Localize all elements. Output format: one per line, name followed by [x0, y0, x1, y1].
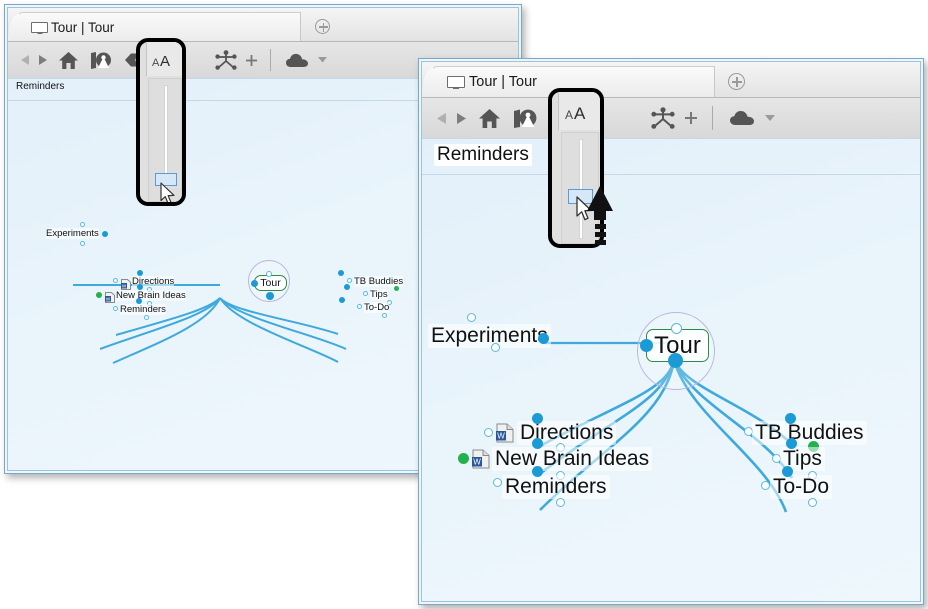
node-dot[interactable]	[532, 413, 543, 424]
home-icon[interactable]	[54, 48, 82, 72]
center-left-dot[interactable]	[251, 280, 258, 287]
forward-icon[interactable]	[36, 50, 50, 70]
cloud-caret-icon[interactable]	[315, 48, 329, 72]
front-node-to-do[interactable]: To-Do	[770, 475, 833, 499]
toolbar-divider	[712, 106, 713, 130]
node-handle[interactable]	[347, 278, 352, 283]
node-handle[interactable]	[80, 241, 85, 246]
center-bottom-dot[interactable]	[266, 292, 274, 300]
back-node-reminders[interactable]: Reminders	[120, 304, 166, 315]
node-handle[interactable]	[484, 428, 493, 437]
node-handle[interactable]	[113, 278, 118, 283]
node-dot[interactable]	[137, 284, 143, 290]
reminders-row-label: Reminders	[16, 81, 65, 92]
node-dot[interactable]	[532, 466, 543, 477]
front-window[interactable]: Tour | Tour Reminders Tour Experiments W…	[418, 58, 924, 605]
node-dot[interactable]	[102, 231, 108, 237]
cloud-caret-icon[interactable]	[762, 105, 777, 131]
svg-text:A: A	[160, 53, 170, 67]
node-handle[interactable]	[357, 304, 362, 309]
green-status-dot	[96, 292, 102, 298]
node-dot[interactable]	[339, 297, 345, 303]
tab-label: Tour | Tour	[51, 19, 115, 35]
word-doc-icon: W	[496, 423, 514, 448]
tab-tour[interactable]: Tour | Tour	[16, 12, 301, 41]
node-handle[interactable]	[363, 291, 368, 296]
front-node-new-brain-ideas[interactable]: New Brain Ideas	[492, 447, 653, 471]
node-dot[interactable]	[338, 270, 344, 276]
text-size-button[interactable]: A A	[146, 42, 182, 76]
node-handle[interactable]	[382, 313, 387, 318]
svg-text:A: A	[565, 108, 573, 120]
node-handle[interactable]	[80, 222, 85, 227]
node-handle[interactable]	[761, 481, 770, 490]
center-top-handle[interactable]	[671, 323, 682, 334]
green-status-dot	[394, 286, 399, 291]
forward-icon[interactable]	[454, 107, 469, 129]
svg-text:W: W	[122, 283, 127, 288]
back-node-tips[interactable]: Tips	[370, 289, 388, 300]
svg-text:A: A	[574, 104, 586, 120]
back-window-tabbar: Tour | Tour	[8, 8, 518, 42]
node-dot[interactable]	[344, 284, 350, 290]
text-size-button[interactable]: A A	[558, 92, 600, 130]
back-node-to-do[interactable]: To-Do	[364, 302, 390, 313]
back-center-node[interactable]: Tour	[254, 275, 287, 291]
svg-text:W: W	[473, 458, 481, 467]
node-dot[interactable]	[532, 438, 543, 449]
node-handle[interactable]	[556, 498, 565, 507]
back-node-new-brain-ideas[interactable]: New Brain Ideas	[116, 290, 186, 301]
node-handle[interactable]	[113, 306, 118, 311]
tab-label: Tour | Tour	[469, 74, 537, 90]
map-icon[interactable]	[509, 105, 541, 131]
center-left-dot[interactable]	[640, 339, 653, 352]
reminders-strip: Reminders	[422, 138, 920, 178]
cloud-icon[interactable]	[727, 105, 757, 131]
back-icon[interactable]	[434, 107, 449, 129]
toolbar-divider	[270, 49, 271, 71]
home-icon[interactable]	[474, 105, 504, 131]
front-window-canvas: Reminders Tour Experiments W Directions …	[422, 138, 920, 601]
add-icon[interactable]	[244, 48, 258, 72]
node-handle[interactable]	[467, 313, 476, 322]
back-text-size-slider-callout[interactable]: A A	[136, 38, 186, 206]
node-handle[interactable]	[144, 315, 149, 320]
node-dot[interactable]	[786, 438, 797, 449]
node-dot[interactable]	[136, 298, 142, 304]
node-handle[interactable]	[808, 498, 817, 507]
svg-text:W: W	[106, 296, 111, 301]
front-window-inner: Tour | Tour Reminders Tour Experiments W…	[421, 61, 921, 602]
network-icon[interactable]	[212, 48, 240, 72]
reminders-row-label: Reminders	[434, 144, 532, 166]
node-dot[interactable]	[538, 333, 549, 344]
new-tab-button[interactable]	[315, 19, 330, 34]
monitor-icon	[447, 76, 465, 89]
monitor-icon	[31, 21, 48, 34]
cloud-icon[interactable]	[283, 48, 311, 72]
green-status-dot	[458, 453, 469, 464]
node-handle[interactable]	[493, 478, 502, 487]
node-dot[interactable]	[782, 466, 793, 477]
add-icon[interactable]	[683, 105, 698, 131]
front-window-tabbar: Tour | Tour	[422, 62, 920, 98]
front-node-reminders[interactable]: Reminders	[502, 475, 610, 499]
map-icon[interactable]	[86, 48, 116, 72]
front-window-toolbar	[422, 98, 920, 139]
front-node-experiments[interactable]: Experiments	[428, 324, 551, 348]
svg-text:W: W	[497, 432, 505, 441]
node-dot[interactable]	[137, 270, 143, 276]
center-top-handle[interactable]	[266, 271, 272, 277]
back-node-experiments[interactable]: Experiments	[46, 228, 99, 239]
svg-text:A: A	[152, 57, 160, 67]
network-icon[interactable]	[648, 105, 678, 131]
drag-up-arrow-icon	[586, 186, 616, 253]
back-icon[interactable]	[18, 50, 32, 70]
word-doc-icon: W	[472, 449, 490, 474]
node-dot[interactable]	[785, 413, 796, 424]
new-tab-button[interactable]	[728, 73, 745, 90]
mouse-cursor	[160, 182, 177, 202]
center-bottom-dot[interactable]	[668, 353, 683, 368]
node-handle[interactable]	[491, 343, 500, 352]
